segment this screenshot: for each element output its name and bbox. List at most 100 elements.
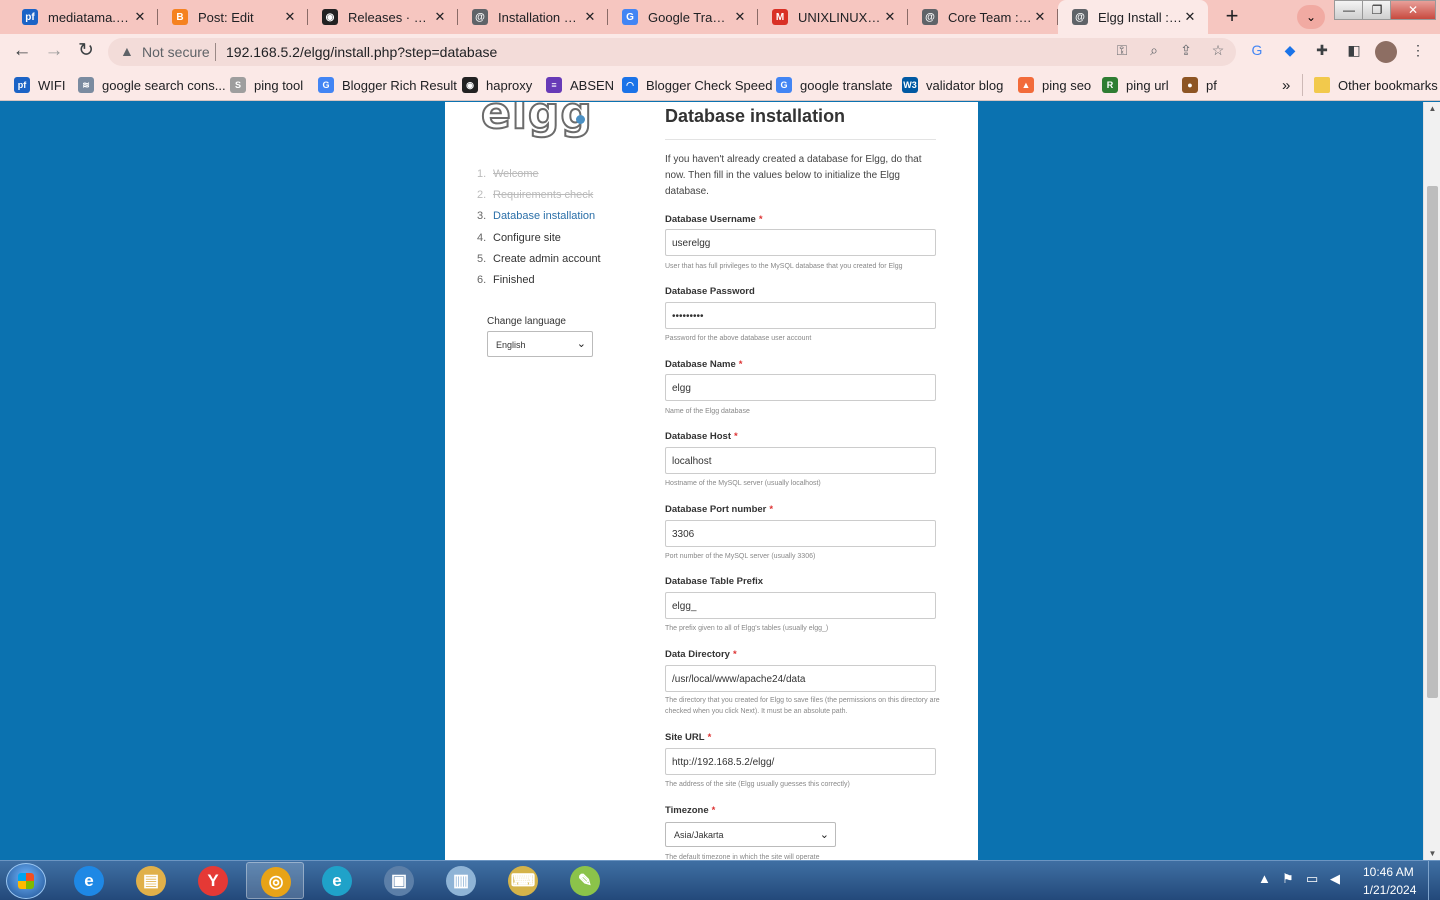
scroll-up-arrow[interactable]: ▲ (1424, 104, 1440, 113)
new-tab-button[interactable]: + (1218, 4, 1246, 30)
tab-close-icon[interactable]: ✕ (582, 9, 598, 25)
field-label-text: Database Username (665, 214, 756, 225)
gmail-icon: M (772, 9, 788, 25)
taskbar-app[interactable]: ◎ (246, 862, 304, 899)
text-input[interactable]: userelgg (665, 229, 936, 256)
extension-icon[interactable]: ◆ (1280, 42, 1300, 62)
bookmark-item[interactable]: pf WIFI (14, 76, 65, 94)
google-icon: G (318, 77, 334, 93)
tab-close-icon[interactable]: ✕ (1032, 9, 1048, 25)
taskbar-app[interactable]: e (308, 862, 366, 899)
key-icon[interactable]: ⚿ (1112, 42, 1132, 62)
extensions-puzzle-icon[interactable]: ✚ (1312, 42, 1332, 62)
text-input[interactable]: ••••••••• (665, 302, 936, 329)
bookmark-label: ABSEN (570, 77, 615, 93)
taskbar-app[interactable]: e (60, 862, 118, 899)
side-panel-icon[interactable]: ◧ (1344, 42, 1364, 62)
tab-label: Post: Edit (198, 9, 254, 25)
bookmark-star-icon[interactable]: ☆ (1208, 42, 1228, 62)
minimize-button[interactable]: — (1334, 0, 1364, 20)
tab-close-icon[interactable]: ✕ (732, 9, 748, 25)
reload-button[interactable]: ↻ (74, 40, 98, 64)
url-text[interactable]: 192.168.5.2/elgg/install.php?step=databa… (226, 44, 497, 60)
bookmark-item[interactable]: Ggoogle translate (776, 76, 893, 94)
taskbar-app[interactable]: ▥ (432, 862, 490, 899)
tab-close-icon[interactable]: ✕ (132, 9, 148, 25)
tab-close-icon[interactable]: ✕ (432, 9, 448, 25)
tray-expand-icon[interactable]: ▲ (1258, 871, 1271, 886)
language-select[interactable]: English ⌄ (487, 331, 593, 357)
field-label-text: Database Host (665, 431, 731, 442)
browser-tab[interactable]: ◉ Releases · Elgg/E✕ (308, 0, 458, 34)
back-button[interactable]: ← (10, 40, 34, 64)
install-step[interactable]: 1. Welcome (477, 168, 539, 180)
other-bookmarks[interactable]: Other bookmarks (1314, 76, 1438, 94)
bookmark-item[interactable]: G Blogger Rich Result (318, 76, 457, 94)
browser-tab[interactable]: @ Core Team : Elgg✕ (908, 0, 1058, 34)
required-marker: * (707, 732, 712, 743)
bookmark-label: WIFI (38, 77, 66, 93)
install-step[interactable]: 2. Requirements check (477, 189, 593, 201)
tab-close-icon[interactable]: ✕ (282, 9, 298, 25)
network-icon[interactable]: ▭ (1306, 871, 1318, 887)
tab-search-button[interactable]: ⌄ (1297, 5, 1325, 29)
browser-tab[interactable]: @ Elgg Install : Dat✕ (1058, 0, 1208, 34)
bookmark-item[interactable]: ≋ google search cons... (78, 76, 226, 94)
browser-tab[interactable]: @ Installation — El✕ (458, 0, 608, 34)
profile-avatar[interactable] (1375, 41, 1397, 63)
browser-tab[interactable]: G Google Translat ✕ (608, 0, 758, 34)
clock-time[interactable]: 10:46 AM (1363, 865, 1414, 879)
taskbar-app[interactable]: ▤ (122, 862, 180, 899)
bookmark-item[interactable]: ≡ ABSEN (546, 76, 614, 94)
bookmark-item[interactable]: ● pf (1182, 76, 1217, 94)
bookmark-item[interactable]: W3 validator blog (902, 76, 1003, 94)
show-desktop-button[interactable] (1428, 861, 1440, 900)
translate-extension-icon[interactable]: G (1247, 42, 1267, 62)
zoom-icon[interactable]: ⌕ (1144, 42, 1164, 62)
page-scrollbar[interactable]: ▲ ▼ (1423, 102, 1440, 860)
taskbar-app[interactable]: ⌨ (494, 862, 552, 899)
scroll-thumb[interactable] (1427, 186, 1438, 698)
security-label[interactable]: Not secure (142, 44, 210, 60)
bookmark-item[interactable]: ◉ haproxy (462, 76, 532, 94)
bookmark-item[interactable]: Sping tool (230, 76, 303, 94)
tab-close-icon[interactable]: ✕ (882, 9, 898, 25)
share-icon[interactable]: ⇪ (1176, 42, 1196, 62)
clock-date[interactable]: 1/21/2024 (1363, 883, 1416, 897)
text-input[interactable]: localhost (665, 447, 936, 474)
address-bar[interactable]: ▲ Not secure 192.168.5.2/elgg/install.ph… (108, 38, 1236, 66)
maximize-button[interactable]: ❐ (1362, 0, 1392, 20)
scroll-down-arrow[interactable]: ▼ (1424, 849, 1440, 858)
warning-icon[interactable]: ▲ (120, 43, 136, 59)
taskbar-app[interactable]: Y (184, 862, 242, 899)
text-input[interactable]: elgg (665, 374, 936, 401)
field-help-text: The directory that you created for Elgg … (665, 697, 940, 715)
start-button[interactable] (6, 863, 46, 899)
browser-tab[interactable]: B Post: Edit ✕ (158, 0, 308, 34)
forward-button[interactable]: → (42, 40, 66, 64)
action-center-flag-icon[interactable]: ⚑ (1282, 871, 1294, 887)
tab-close-icon[interactable]: ✕ (1182, 9, 1198, 25)
bookmark-item[interactable]: ▲ ping seo (1018, 76, 1091, 94)
step-label: Welcome (493, 168, 539, 180)
volume-muted-icon[interactable]: ◀ (1330, 871, 1340, 887)
text-input[interactable]: /usr/local/www/apache24/data (665, 665, 936, 692)
menu-kebab-icon[interactable]: ⋮ (1408, 42, 1428, 62)
text-input[interactable]: 3306 (665, 520, 936, 547)
browser-tab[interactable]: M UNIXLINUXBSD✕ (758, 0, 908, 34)
bookmark-item[interactable]: ◠ Blogger Check Speed (622, 76, 772, 94)
taskbar-app[interactable]: ✎ (556, 862, 614, 899)
browser-tab[interactable]: pf mediatama.kurs ✕ (8, 0, 158, 34)
bookmark-item[interactable]: Rping url (1102, 76, 1169, 94)
required-marker: * (732, 649, 737, 660)
taskbar-app[interactable]: ▣ (370, 862, 428, 899)
text-input[interactable]: elgg_ (665, 592, 936, 619)
tab-label: Installation — El (498, 9, 582, 25)
step-number: 1. (477, 168, 487, 180)
close-window-button[interactable]: ✕ (1390, 0, 1436, 20)
install-step[interactable]: 3. Database installation (477, 210, 595, 222)
more-bookmarks-button[interactable]: » (1282, 76, 1290, 94)
text-input[interactable]: http://192.168.5.2/elgg/ (665, 748, 936, 775)
timezone-select[interactable]: Asia/Jakarta ⌄ (665, 822, 836, 847)
browser-toolbar: ← → ↻ ▲ Not secure 192.168.5.2/elgg/inst… (0, 34, 1440, 70)
